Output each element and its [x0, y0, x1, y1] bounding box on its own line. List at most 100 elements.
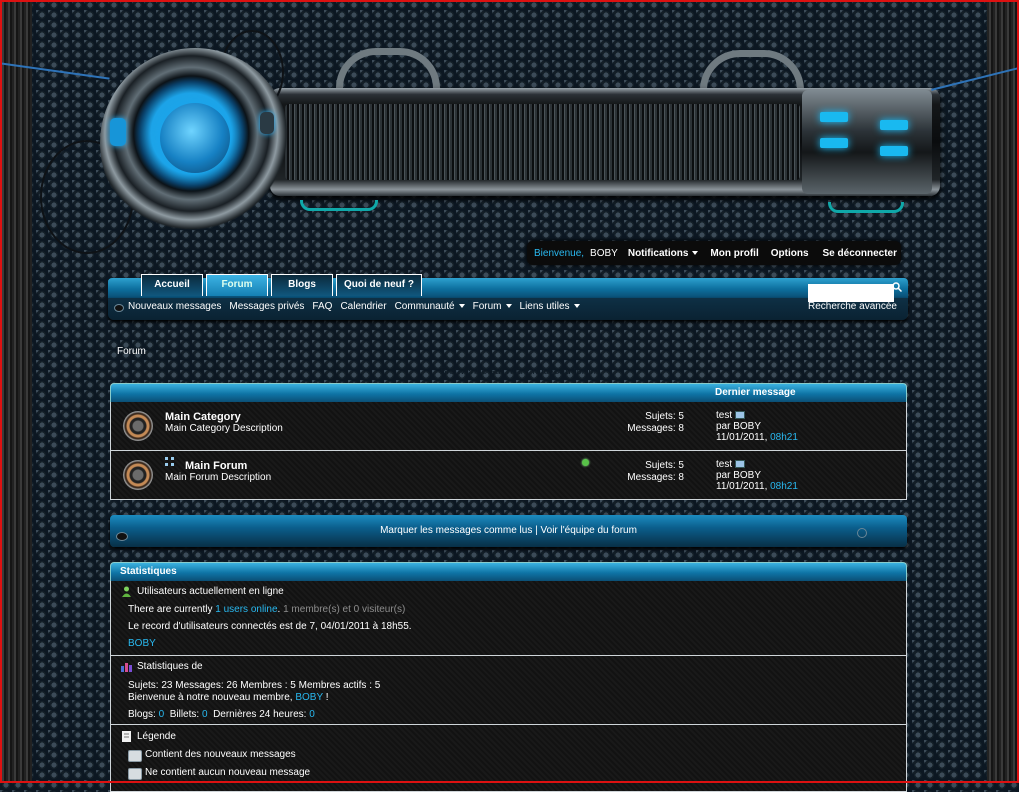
blogs-label: Blogs:: [128, 709, 156, 720]
entries-count[interactable]: 0: [202, 709, 208, 720]
last-post-date: 11/01/2011,: [716, 432, 768, 443]
notifications-menu[interactable]: Notifications: [628, 248, 699, 259]
forum-row: Main Forum Main Forum Description Sujets…: [110, 451, 907, 500]
nav-new-posts[interactable]: Nouveaux messages: [128, 301, 221, 312]
online-status-icon: [582, 459, 589, 466]
forum-status-icon: [123, 460, 153, 490]
forum-description: Main Category Description: [165, 423, 283, 434]
tab-accueil[interactable]: Accueil: [141, 274, 203, 296]
right-rail: [987, 0, 1019, 783]
forum-status-icon: [123, 411, 153, 441]
logo-orb: [100, 48, 290, 238]
search-icon[interactable]: [892, 282, 902, 292]
online-record: Le record d'utilisateurs connectés est d…: [128, 621, 412, 632]
last-24h-label: Dernières 24 heures:: [213, 709, 307, 720]
online-user-link[interactable]: BOBY: [128, 638, 156, 649]
user-icon: [122, 586, 131, 597]
forum-actions: Marquer les messages comme lus | Voir l'…: [110, 525, 907, 536]
welcome-text: Bienvenue,: [534, 247, 585, 259]
last-post-column-header: Dernier message: [715, 387, 796, 398]
newest-member-link[interactable]: BOBY: [295, 692, 323, 703]
legend-heading: Légende: [137, 731, 176, 742]
online-prefix: There are currently: [128, 604, 213, 615]
chevron-down-icon: [458, 304, 465, 309]
nav-useful-links-label: Liens utiles: [519, 301, 570, 312]
profile-link[interactable]: Mon profil: [710, 248, 758, 259]
statistics-title: Statistiques: [120, 566, 177, 577]
teal-wire-left: [300, 200, 378, 211]
forum-stats: Sujets: 5 Messages: 8: [627, 460, 684, 484]
document-icon: [122, 731, 131, 742]
no-new-posts-icon: [128, 768, 142, 780]
nav-community-menu[interactable]: Communauté: [395, 301, 465, 312]
tab-blogs[interactable]: Blogs: [271, 274, 333, 296]
advanced-search-link[interactable]: Recherche avancée: [808, 301, 897, 312]
last-24h-count[interactable]: 0: [309, 709, 315, 720]
last-post-time: 08h21: [770, 432, 798, 443]
orb-light-right: [260, 112, 274, 134]
nav-faq[interactable]: FAQ: [312, 301, 332, 312]
legend-new-posts: Contient des nouveaux messages: [145, 749, 296, 760]
legend-no-new-posts: Ne contient aucun nouveau message: [145, 767, 311, 778]
last-post-date: 11/01/2011,: [716, 481, 768, 492]
nav-forum-label: Forum: [472, 301, 502, 312]
last-post-info: test par BOBY 11/01/2011, 08h21: [716, 459, 798, 492]
forum-title-link[interactable]: Main Category: [165, 411, 241, 423]
tab-forum[interactable]: Forum: [206, 274, 268, 296]
statistics-body: Utilisateurs actuellement en ligne There…: [110, 581, 907, 792]
online-users-section: Utilisateurs actuellement en ligne There…: [111, 581, 906, 656]
chevron-down-icon: [573, 304, 580, 309]
options-link[interactable]: Options: [771, 248, 809, 259]
forum-list-header: Dernier message: [110, 383, 907, 402]
chevron-down-icon: [505, 304, 512, 309]
left-rail: [0, 0, 32, 783]
orb-light-left: [110, 118, 126, 146]
newest-member-line: Bienvenue à notre nouveau membre, BOBY !: [128, 692, 329, 703]
forum-stats: Sujets: 5 Messages: 8: [627, 411, 684, 435]
notifications-label: Notifications: [627, 247, 689, 259]
username-link[interactable]: BOBY: [590, 248, 618, 259]
last-post-title-link[interactable]: test: [716, 410, 732, 421]
view-team-link[interactable]: Voir l'équipe du forum: [541, 525, 637, 536]
newest-member-prefix: Bienvenue à notre nouveau membre,: [128, 692, 293, 703]
subforum-icon: [165, 457, 179, 469]
breadcrumb[interactable]: Forum: [117, 346, 146, 357]
go-to-post-icon[interactable]: [735, 460, 746, 469]
nav-private-messages[interactable]: Messages privés: [229, 301, 304, 312]
topic-count: Sujets: 5: [645, 411, 684, 422]
nav-community-label: Communauté: [394, 301, 455, 312]
online-dot: .: [277, 604, 281, 615]
site-statistics-section: Statistiques de Sujets: 23 Messages: 26 …: [111, 656, 906, 725]
online-users-link[interactable]: 1 users online: [215, 604, 277, 615]
last-post-title-link[interactable]: test: [716, 459, 732, 470]
nav-calendar[interactable]: Calendrier: [340, 301, 386, 312]
teal-wire-right: [828, 202, 904, 213]
navbar-links: Nouveaux messages Messages privés FAQ Ca…: [128, 301, 580, 312]
blogs-count[interactable]: 0: [159, 709, 165, 720]
forum-title-link[interactable]: Main Forum: [185, 460, 247, 472]
online-members-count: 1 membre(s) et 0 visiteur(s): [283, 604, 406, 615]
site-counts: Sujets: 23 Messages: 26 Membres : 5 Memb…: [128, 680, 381, 691]
logo-core: [160, 103, 230, 173]
go-to-post-icon[interactable]: [735, 411, 746, 420]
statistics-header: Statistiques: [110, 562, 907, 581]
navbar-bullet: [114, 304, 124, 312]
mark-read-link[interactable]: Marquer les messages comme lus: [380, 525, 532, 536]
statistics-panel: Statistiques Utilisateurs actuellement e…: [110, 562, 907, 792]
blog-stats: Blogs: 0 Billets: 0 Dernières 24 heures:…: [128, 709, 315, 720]
post-count: Messages: 8: [627, 472, 684, 483]
nav-useful-links-menu[interactable]: Liens utiles: [520, 301, 580, 312]
header-ribs: [285, 104, 800, 180]
last-post-author[interactable]: par BOBY: [716, 470, 798, 481]
topic-count: Sujets: 5: [645, 460, 684, 471]
search-input[interactable]: [808, 284, 894, 302]
user-bar: Bienvenue, BOBY Notifications Mon profil…: [527, 241, 901, 265]
last-post-author[interactable]: par BOBY: [716, 421, 798, 432]
tab-whats-new[interactable]: Quoi de neuf ?: [336, 274, 422, 296]
chevron-down-icon: [692, 250, 699, 255]
bar-bullet-right: [857, 528, 867, 538]
nav-forum-menu[interactable]: Forum: [473, 301, 512, 312]
logout-link[interactable]: Se déconnecter: [823, 248, 897, 259]
new-posts-icon: [128, 750, 142, 762]
forum-description: Main Forum Description: [165, 472, 272, 483]
